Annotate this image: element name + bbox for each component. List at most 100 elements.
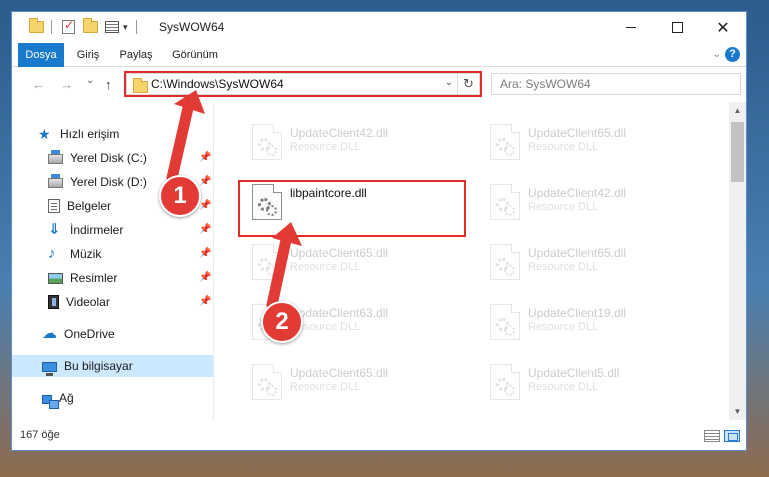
sidebar-item-pictures[interactable]: Resimler — [48, 267, 117, 289]
details-view-icon[interactable] — [704, 430, 720, 442]
step-1-badge: 1 — [159, 175, 201, 217]
close-button[interactable]: ✕ — [700, 12, 746, 43]
pin-icon[interactable]: 📌 — [199, 248, 211, 259]
properties-icon[interactable] — [105, 19, 119, 35]
pictures-icon — [48, 273, 63, 284]
customize-toolbar-icon[interactable]: ▾ — [123, 19, 128, 35]
file-name: UpdateClient63.dll — [290, 306, 389, 320]
file-type: Resource DLL — [528, 261, 599, 273]
sidebar-item-network[interactable]: Ağ — [42, 387, 74, 409]
forward-button[interactable]: → — [60, 77, 73, 92]
sidebar-item-downloads[interactable]: ⇓ İndirmeler — [48, 219, 123, 241]
pin-icon[interactable]: 📌 — [199, 152, 211, 163]
file-tile[interactable]: UpdateClient42.dll Resource DLL — [244, 120, 474, 170]
sidebar-item-onedrive[interactable]: ☁ OneDrive — [42, 323, 115, 345]
file-tile[interactable]: UpdateClient65.dll Resource DLL — [244, 360, 474, 410]
address-highlight-box — [124, 71, 482, 97]
sidebar-item-label: İndirmeler — [70, 223, 124, 237]
sidebar-item-this-pc[interactable]: Bu bilgisayar — [12, 355, 213, 377]
dll-file-icon — [490, 244, 520, 280]
file-explorer-window: ▾ SysWOW64 ✕ Dosya Giriş Paylaş Görünüm … — [11, 11, 747, 451]
new-folder-icon[interactable] — [83, 18, 98, 35]
sidebar-item-label: Videolar — [66, 295, 110, 309]
file-tile[interactable]: UpdateClient5.dll Resource DLL — [482, 360, 712, 410]
folder-icon[interactable] — [29, 18, 44, 35]
file-tile[interactable]: UpdateClient65.dll Resource DLL — [482, 120, 712, 170]
up-button[interactable]: ↑ — [105, 77, 112, 92]
file-name: UpdateClient5.dll — [528, 366, 620, 380]
sidebar-item-local-disk-c[interactable]: Yerel Disk (C:) — [48, 147, 147, 169]
pin-icon[interactable]: 📌 — [199, 296, 211, 307]
search-placeholder: Ara: SysWOW64 — [500, 77, 591, 91]
sidebar-item-label: Yerel Disk (D:) — [70, 175, 147, 189]
navigation-bar: ← → ⌄ ↑ C:\Windows\SysWOW64 ⌄ ↻ Ara: Sys… — [12, 68, 746, 102]
dll-file-icon — [490, 364, 520, 400]
search-input[interactable]: Ara: SysWOW64 — [491, 73, 741, 95]
step-2-badge: 2 — [261, 301, 303, 343]
file-type: Resource DLL — [528, 201, 599, 213]
dll-file-icon — [490, 184, 520, 220]
tiles-view-icon[interactable] — [724, 430, 740, 442]
tab-home[interactable]: Giriş — [68, 43, 108, 67]
sidebar-item-label: Müzik — [70, 247, 102, 261]
videos-icon — [48, 295, 59, 309]
dll-file-icon — [252, 244, 282, 280]
file-list: UpdateClient42.dll Resource DLL UpdateCl… — [214, 102, 729, 420]
file-name: UpdateClient19.dll — [528, 306, 627, 320]
scrollbar-thumb[interactable] — [731, 122, 744, 182]
tab-file[interactable]: Dosya — [18, 43, 64, 67]
file-tile[interactable]: UpdateClient65.dll Resource DLL — [482, 240, 712, 290]
file-highlight-box — [238, 180, 466, 237]
sidebar-item-label: Belgeler — [67, 199, 112, 213]
computer-icon — [42, 361, 57, 376]
pin-icon[interactable]: 📌 — [199, 176, 211, 187]
pin-icon[interactable]: 📌 — [199, 224, 211, 235]
file-tile[interactable]: UpdateClient42.dll Resource DLL — [482, 180, 712, 230]
file-name: UpdateClient42.dll — [290, 126, 389, 140]
tab-share[interactable]: Paylaş — [111, 43, 161, 67]
dll-file-icon — [490, 124, 520, 160]
dll-file-icon — [252, 124, 282, 160]
sidebar-item-quick-access[interactable]: ★ Hızlı erişim — [38, 123, 119, 145]
quick-access-check-icon[interactable] — [62, 18, 75, 35]
recent-locations-button[interactable]: ⌄ — [86, 75, 94, 86]
cloud-icon: ☁ — [42, 325, 57, 342]
file-type: Resource DLL — [528, 321, 599, 333]
vertical-scrollbar[interactable]: ▲ ▼ — [729, 102, 746, 420]
network-icon — [42, 394, 59, 409]
maximize-button[interactable] — [654, 12, 700, 43]
file-type: Resource DLL — [528, 141, 599, 153]
file-tile[interactable]: UpdateClient65.dll Resource DLL — [244, 240, 474, 290]
separator — [136, 19, 137, 35]
sidebar-item-label: Ağ — [59, 391, 74, 405]
sidebar-item-videos[interactable]: Videolar — [48, 291, 110, 313]
scroll-up-icon[interactable]: ▲ — [729, 102, 746, 119]
tab-view[interactable]: Görünüm — [165, 43, 225, 67]
back-button[interactable]: ← — [32, 77, 45, 92]
title-bar: ▾ SysWOW64 ✕ — [12, 12, 746, 43]
music-icon: ♪ — [48, 245, 56, 262]
file-tile[interactable]: UpdateClient19.dll Resource DLL — [482, 300, 712, 350]
status-bar: 167 öğe — [12, 422, 746, 450]
file-type: Resource DLL — [290, 141, 361, 153]
sidebar-item-local-disk-d[interactable]: Yerel Disk (D:) — [48, 171, 147, 193]
sidebar-item-label: Bu bilgisayar — [64, 359, 133, 373]
expand-ribbon-chevron-icon[interactable]: ⌄ — [713, 49, 721, 60]
file-type: Resource DLL — [528, 381, 599, 393]
file-type: Resource DLL — [290, 261, 361, 273]
drive-icon — [48, 174, 63, 188]
scroll-down-icon[interactable]: ▼ — [729, 403, 746, 420]
pin-icon[interactable]: 📌 — [199, 272, 211, 283]
minimize-button[interactable] — [608, 12, 654, 43]
sidebar-item-music[interactable]: ♪ Müzik — [48, 243, 101, 265]
help-icon[interactable]: ? — [725, 47, 740, 62]
pin-icon[interactable]: 📌 — [199, 200, 211, 211]
download-icon: ⇓ — [48, 221, 61, 238]
file-name: UpdateClient65.dll — [290, 366, 389, 380]
separator — [51, 19, 52, 35]
file-name: UpdateClient65.dll — [290, 246, 389, 260]
drive-icon — [48, 150, 63, 164]
sidebar-item-label: Yerel Disk (C:) — [70, 151, 147, 165]
sidebar-item-documents[interactable]: Belgeler — [48, 195, 111, 217]
navigation-pane: ★ Hızlı erişim Yerel Disk (C:) 📌 Yerel Di… — [12, 102, 213, 420]
